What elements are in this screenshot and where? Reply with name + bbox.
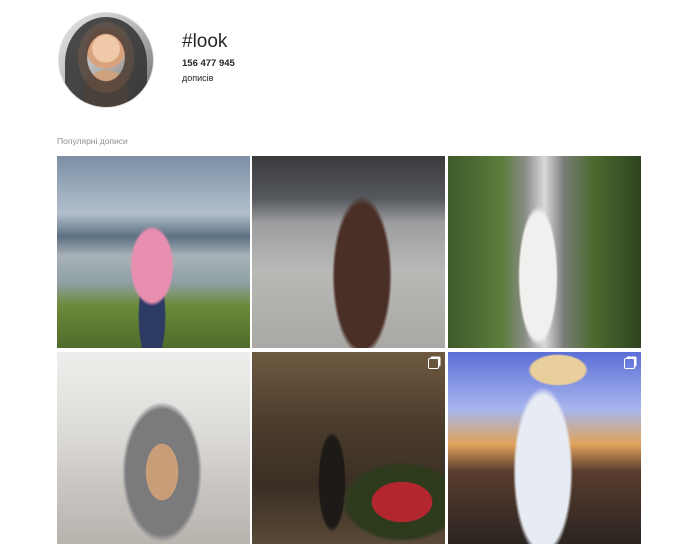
- hashtag-avatar[interactable]: [58, 12, 154, 108]
- post-tile-3[interactable]: [448, 156, 641, 348]
- multiple-images-icon: [428, 358, 439, 369]
- post-tile-1[interactable]: [57, 156, 250, 348]
- post-tile-6[interactable]: [448, 352, 641, 544]
- post-count: 156 477 945: [182, 58, 235, 69]
- post-tile-4[interactable]: [57, 352, 250, 544]
- posts-grid: [57, 156, 642, 546]
- post-tile-5[interactable]: [252, 352, 445, 544]
- hashtag-title: #look: [182, 31, 228, 52]
- post-tile-2[interactable]: [252, 156, 445, 348]
- popular-posts-heading: Популярні дописи: [57, 136, 128, 146]
- avatar-image: [65, 17, 147, 107]
- hashtag-header: #look 156 477 945 дописів: [58, 12, 658, 108]
- multiple-images-icon: [624, 358, 635, 369]
- post-count-label: дописів: [182, 73, 214, 83]
